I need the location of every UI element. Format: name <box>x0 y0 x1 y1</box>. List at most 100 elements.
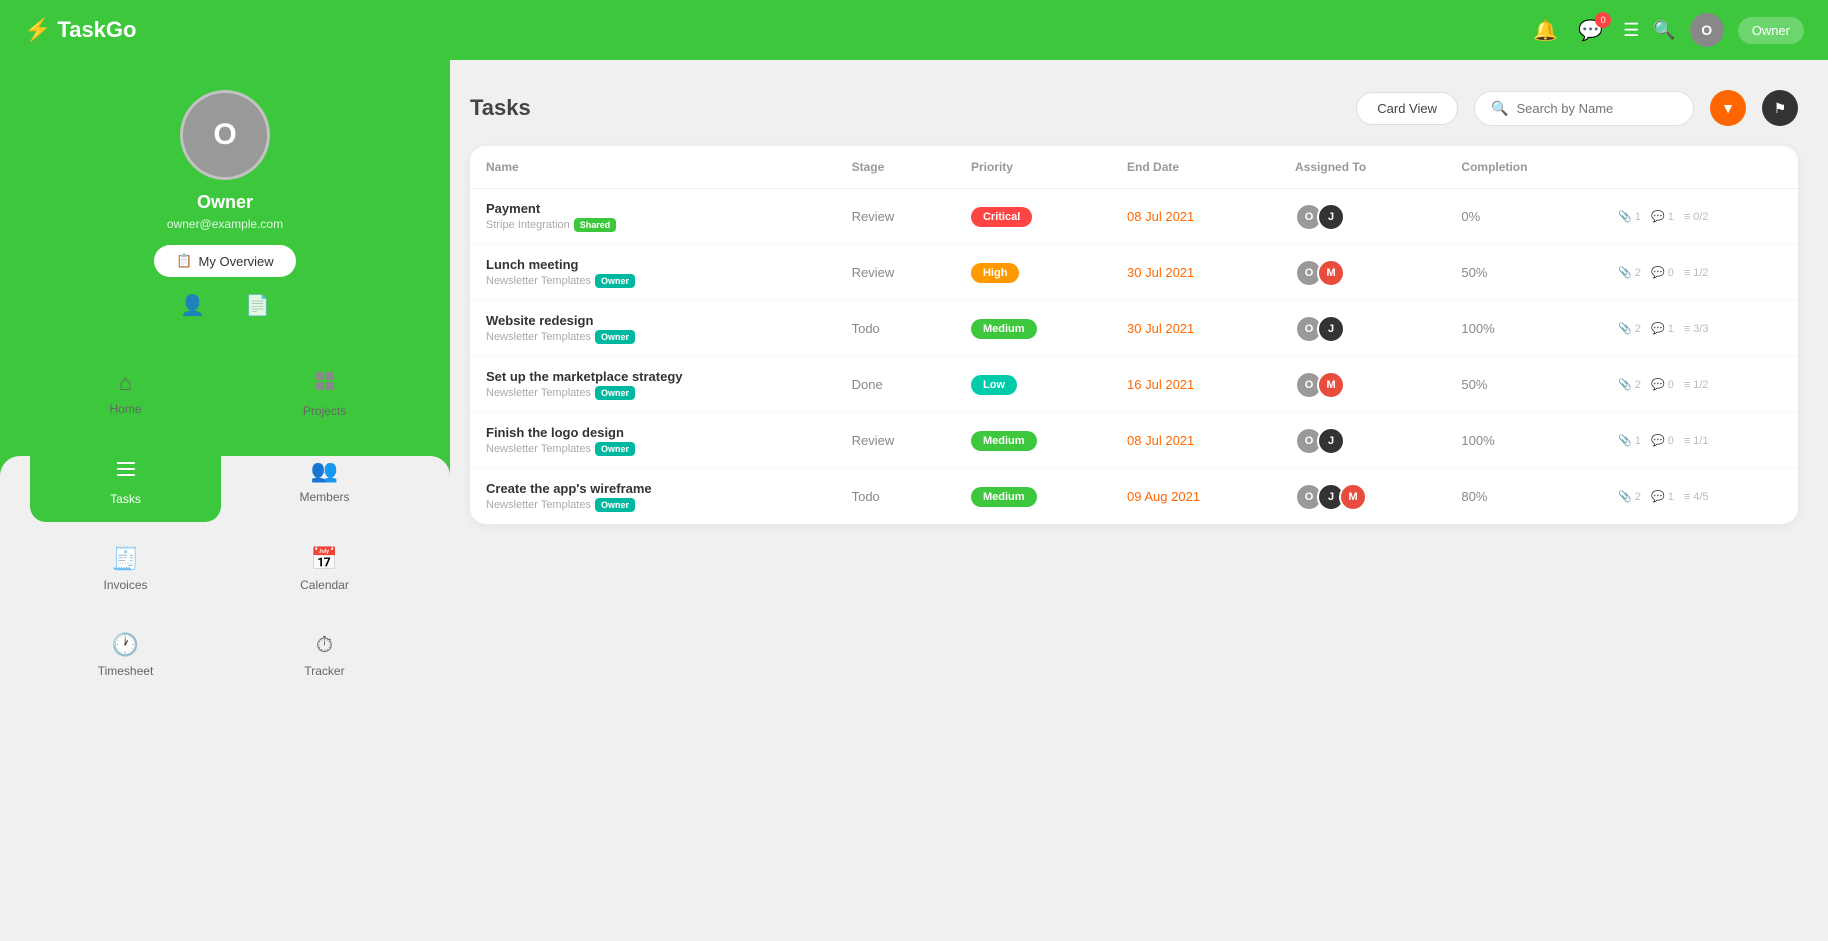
task-attachments: 📎 2 <box>1618 322 1641 335</box>
task-comments: 💬 1 <box>1651 210 1674 223</box>
paperclip-icon: 📎 <box>1618 378 1632 391</box>
task-meta-cell: 📎 2 💬 1 ≡ 4/5 <box>1602 469 1798 525</box>
project-badge: Owner <box>595 498 635 512</box>
assignee-avatar: M <box>1317 259 1345 287</box>
search-input[interactable] <box>1516 101 1677 116</box>
table-header-row: Name Stage Priority End Date Assigned To… <box>470 146 1798 189</box>
task-attachments: 📎 2 <box>1618 490 1641 503</box>
task-project: Newsletter Templates Owner <box>486 274 820 288</box>
task-stage: Review <box>852 209 895 224</box>
col-end-date: End Date <box>1111 146 1279 189</box>
table-row[interactable]: Set up the marketplace strategy Newslett… <box>470 357 1798 413</box>
task-end-date: 09 Aug 2021 <box>1127 489 1200 504</box>
chat-badge: 0 <box>1595 12 1611 28</box>
task-checklist: ≡ 1/2 <box>1684 379 1709 391</box>
user-menu-btn[interactable]: Owner <box>1738 17 1804 44</box>
filter-btn[interactable]: ▼ <box>1710 90 1746 126</box>
sidebar-item-members[interactable]: 👥 Members <box>229 442 420 522</box>
profile-icons-row: 👤 📄 <box>180 293 270 318</box>
sidebar-profile: O Owner owner@example.com 📋 My Overview … <box>154 90 295 318</box>
comment-icon: 💬 <box>1651 434 1665 447</box>
task-completion-cell: 0% <box>1445 189 1602 245</box>
my-overview-btn[interactable]: 📋 My Overview <box>154 245 295 277</box>
hamburger-icon[interactable]: ☰ <box>1623 20 1639 41</box>
chat-btn[interactable]: 💬 0 <box>1578 18 1603 43</box>
task-end-date: 30 Jul 2021 <box>1127 265 1194 280</box>
task-assignees-cell: OM <box>1279 245 1445 301</box>
list-icon[interactable]: 📄 <box>245 293 270 318</box>
flag-btn[interactable]: ⚑ <box>1762 90 1798 126</box>
task-completion-cell: 100% <box>1445 301 1602 357</box>
priority-badge: Medium <box>971 487 1037 507</box>
calendar-icon: 📅 <box>311 546 338 572</box>
sidebar-item-calendar[interactable]: 📅 Calendar <box>229 530 420 608</box>
table-row[interactable]: Lunch meeting Newsletter Templates Owner… <box>470 245 1798 301</box>
comment-icon: 💬 <box>1651 322 1665 335</box>
task-assignees-cell: OJ <box>1279 189 1445 245</box>
task-stage: Review <box>852 433 895 448</box>
paperclip-icon: 📎 <box>1618 322 1632 335</box>
tasks-header: Tasks Card View 🔍 ▼ ⚑ <box>470 90 1798 126</box>
sidebar-item-tracker[interactable]: ⏱ Tracker <box>229 616 420 694</box>
task-project: Newsletter Templates Owner <box>486 498 820 512</box>
task-completion: 50% <box>1461 377 1487 392</box>
card-view-btn[interactable]: Card View <box>1356 92 1458 125</box>
table-row[interactable]: Payment Stripe Integration Shared Review… <box>470 189 1798 245</box>
col-assigned-to: Assigned To <box>1279 146 1445 189</box>
person-icon[interactable]: 👤 <box>180 293 205 318</box>
avatar: O <box>180 90 270 180</box>
task-attachments: 📎 2 <box>1618 378 1641 391</box>
task-name: Set up the marketplace strategy <box>486 369 820 384</box>
task-checklist: ≡ 1/1 <box>1684 435 1709 447</box>
sidebar-item-label: Timesheet <box>98 664 154 678</box>
table-row[interactable]: Website redesign Newsletter Templates Ow… <box>470 301 1798 357</box>
task-priority-cell: Medium <box>955 413 1111 469</box>
search-icon[interactable]: 🔍 <box>1653 20 1675 41</box>
priority-badge: Critical <box>971 207 1032 227</box>
project-badge: Shared <box>574 218 617 232</box>
task-assignees-cell: OJ <box>1279 413 1445 469</box>
sidebar-item-invoices[interactable]: 🧾 Invoices <box>30 530 221 608</box>
col-actions <box>1602 146 1798 189</box>
comment-icon: 💬 <box>1651 378 1665 391</box>
task-project: Newsletter Templates Owner <box>486 386 820 400</box>
sidebar-item-projects[interactable]: Projects <box>229 354 420 434</box>
sidebar-item-tasks[interactable]: Tasks <box>30 442 221 522</box>
task-priority-cell: Critical <box>955 189 1111 245</box>
task-assignees-cell: OM <box>1279 357 1445 413</box>
user-avatar-small: O <box>1690 13 1724 47</box>
sidebar-item-home[interactable]: ⌂ Home <box>30 354 221 434</box>
nav-grid: ⌂ Home Projects <box>0 334 450 714</box>
task-meta: 📎 2 💬 1 ≡ 3/3 <box>1618 322 1782 335</box>
projects-icon <box>314 370 336 398</box>
task-completion-cell: 100% <box>1445 413 1602 469</box>
paperclip-icon: 📎 <box>1618 434 1632 447</box>
priority-badge: High <box>971 263 1019 283</box>
task-stage: Done <box>852 377 883 392</box>
sidebar-item-timesheet[interactable]: 🕐 Timesheet <box>30 616 221 694</box>
notification-bell-btn[interactable]: 🔔 <box>1533 18 1558 43</box>
task-stage-cell: Review <box>836 413 955 469</box>
task-completion: 0% <box>1461 209 1480 224</box>
task-attachments: 📎 1 <box>1618 210 1641 223</box>
table-row[interactable]: Finish the logo design Newsletter Templa… <box>470 413 1798 469</box>
assignee-avatar: J <box>1317 203 1345 231</box>
table-row[interactable]: Create the app's wireframe Newsletter Te… <box>470 469 1798 525</box>
checklist-icon: ≡ <box>1684 379 1690 391</box>
task-priority-cell: High <box>955 245 1111 301</box>
task-priority-cell: Low <box>955 357 1111 413</box>
navbar-icons: 🔔 💬 0 <box>1533 18 1603 43</box>
navbar: ⚡ TaskGo 🔔 💬 0 ☰ 🔍 O Owner <box>0 0 1828 60</box>
sidebar-item-label: Home <box>109 402 141 416</box>
comment-icon: 💬 <box>1651 266 1665 279</box>
task-meta: 📎 1 💬 0 ≡ 1/1 <box>1618 434 1782 447</box>
task-name: Website redesign <box>486 313 820 328</box>
bolt-icon: ⚡ <box>24 17 51 43</box>
task-enddate-cell: 08 Jul 2021 <box>1111 413 1279 469</box>
col-completion: Completion <box>1445 146 1602 189</box>
task-end-date: 30 Jul 2021 <box>1127 321 1194 336</box>
assignee-avatar: M <box>1339 483 1367 511</box>
task-meta-cell: 📎 2 💬 0 ≡ 1/2 <box>1602 357 1798 413</box>
task-meta-cell: 📎 1 💬 0 ≡ 1/1 <box>1602 413 1798 469</box>
task-completion-cell: 50% <box>1445 245 1602 301</box>
